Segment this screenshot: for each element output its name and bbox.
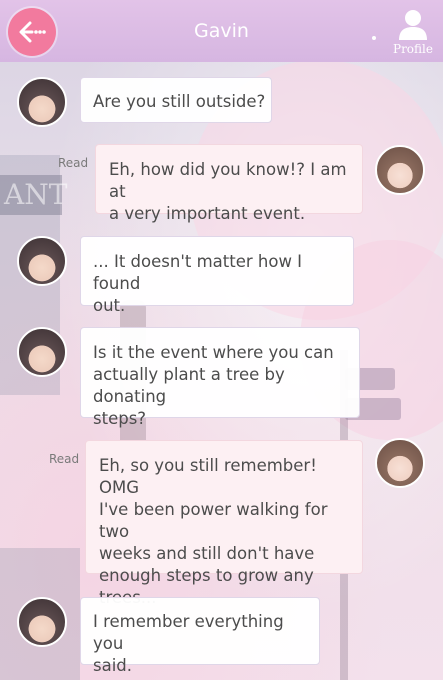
message-text-line: ... It doesn't matter how I found	[93, 252, 303, 293]
message-text-line: out.	[93, 296, 126, 315]
message-bubble: ... It doesn't matter how I found out.	[80, 236, 354, 315]
profile-button[interactable]: Profile	[391, 8, 435, 58]
message-bubble-mine: Eh, so you still remember! OMG I've been…	[85, 440, 363, 607]
message-text-line: said.	[93, 656, 133, 675]
message-text: Are you still outside?	[93, 92, 266, 111]
message-text-line: weeks and still don't have	[99, 544, 315, 563]
gavin-avatar[interactable]	[17, 327, 67, 377]
message-text-line: Eh, how did you know!? I am at	[109, 160, 347, 201]
message-bubble: I remember everything you said.	[80, 597, 320, 675]
message-text-line: Is it the event where you can	[93, 343, 334, 362]
contact-name: Gavin	[194, 20, 249, 42]
background-sign: ANT	[0, 175, 67, 215]
message-text-line: enough steps to grow any	[99, 566, 314, 585]
message-text-line: steps?	[93, 409, 147, 428]
gavin-avatar[interactable]	[17, 597, 67, 647]
profile-icon	[399, 10, 427, 40]
read-receipt: Read	[49, 452, 80, 466]
my-avatar[interactable]	[375, 438, 425, 488]
my-avatar[interactable]	[375, 145, 425, 195]
gavin-avatar[interactable]	[17, 236, 67, 286]
message-bubble: Is it the event where you can actually p…	[80, 327, 360, 428]
message-bubble-mine: Eh, how did you know!? I am at a very im…	[95, 144, 363, 223]
gavin-avatar[interactable]	[17, 77, 67, 127]
read-receipt: Read	[58, 156, 89, 170]
message-text-line: I remember everything you	[93, 612, 284, 653]
message-bubble: Are you still outside?	[80, 77, 272, 123]
sparkle-decoration	[372, 36, 376, 40]
message-text-line: I've been power walking for two	[99, 500, 328, 541]
message-text-line: a very important event.	[109, 204, 306, 223]
profile-label: Profile	[393, 42, 433, 56]
message-text-line: actually plant a tree by donating	[93, 365, 285, 406]
message-text-line: Eh, so you still remember! OMG	[99, 456, 317, 497]
chat-header: Gavin Profile	[0, 0, 443, 62]
